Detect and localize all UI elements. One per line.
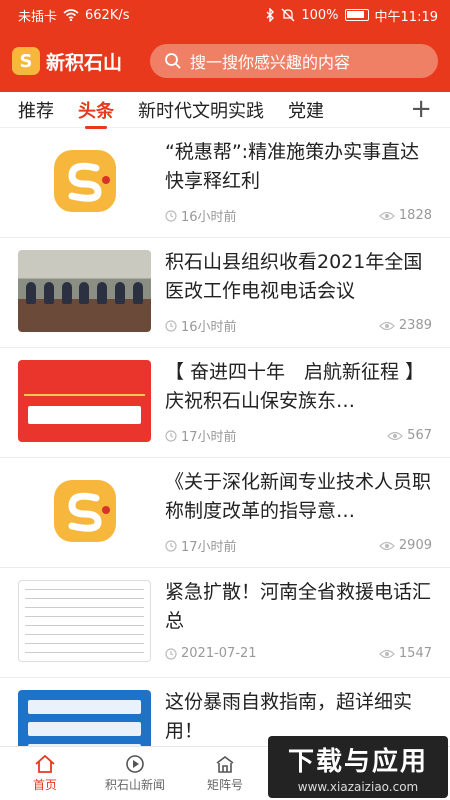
news-title: 积石山县组织收看2021年全国医改工作电视电话会议: [165, 251, 423, 302]
app-name: 新积石山: [46, 51, 123, 74]
eye-icon: [379, 649, 395, 658]
tab-civilization-practice[interactable]: 新时代文明实践: [138, 97, 264, 123]
battery-percent: 100%: [301, 7, 339, 23]
news-views: 2909: [398, 538, 432, 553]
news-views: 1828: [398, 208, 432, 223]
news-views: 567: [407, 428, 432, 443]
search-placeholder: 搜一搜你感兴趣的内容: [190, 53, 351, 72]
search-bar[interactable]: 搜一搜你感兴趣的内容: [150, 44, 438, 78]
news-item[interactable]: “税惠帮”:精准施策办实事直达快享释红利 16小时前 1828: [0, 128, 450, 238]
news-time: 17小时前: [181, 430, 237, 445]
tab-party-building[interactable]: 党建: [288, 97, 324, 123]
news-thumbnail: [18, 140, 151, 222]
nav-jishishan-news[interactable]: 积石山新闻: [90, 747, 180, 800]
news-item[interactable]: 《关于深化新闻专业技术人员职称制度改革的指导意… 17小时前 2909: [0, 458, 450, 568]
carrier-label: 未插卡: [18, 9, 58, 25]
clock-time: 中午11:19: [374, 9, 438, 25]
clock-icon: [165, 209, 177, 222]
tab-headlines[interactable]: 头条: [78, 97, 114, 123]
tab-recommend[interactable]: 推荐: [18, 97, 54, 123]
watermark-text: 下载与应用: [287, 746, 428, 777]
eye-icon: [379, 321, 395, 330]
add-tab-button[interactable]: +: [410, 94, 432, 124]
news-thumbnail: [18, 470, 151, 552]
app-header: 未插卡 662K/s 100% 中午11:19 S 新积石山 搜一搜你感兴趣的内…: [0, 0, 450, 92]
watermark: 下载与应用 www.xiazaiziao.com: [268, 736, 448, 798]
clock-icon: [165, 647, 177, 660]
nav-matrix[interactable]: 矩阵号: [180, 747, 270, 800]
mute-icon: [281, 8, 295, 22]
logo-badge: S: [12, 47, 40, 75]
nav-matrix-label: 矩阵号: [206, 778, 243, 792]
news-time: 16小时前: [181, 210, 237, 225]
clock-icon: [165, 539, 177, 552]
eye-icon: [387, 431, 404, 440]
battery-icon: [344, 9, 369, 21]
news-title: 【 奋进四十年 启航新征程 】庆祝积石山保安族东…: [165, 361, 425, 412]
wifi-icon: [63, 9, 79, 21]
app-logo-icon: [53, 150, 116, 212]
news-time: 16小时前: [181, 320, 237, 335]
network-speed: 662K/s: [85, 7, 130, 23]
category-tabs: 推荐 头条 新时代文明实践 党建 +: [0, 92, 450, 128]
news-title: “税惠帮”:精准施策办实事直达快享释红利: [165, 141, 420, 192]
clock-icon: [165, 429, 177, 442]
building-icon: [216, 756, 234, 773]
news-time: 17小时前: [181, 540, 237, 555]
status-bar: 未插卡 662K/s 100% 中午11:19: [0, 0, 450, 30]
watermark-url: www.xiazaiziao.com: [297, 779, 419, 794]
clock-icon: [165, 319, 177, 332]
news-views: 2389: [398, 318, 432, 333]
news-thumbnail: [18, 250, 151, 332]
nav-home[interactable]: 首页: [0, 747, 90, 800]
news-thumbnail: [18, 360, 151, 442]
news-item[interactable]: 积石山县组织收看2021年全国医改工作电视电话会议 16小时前 2389: [0, 238, 450, 348]
news-title: 紧急扩散！河南全省救援电话汇总: [165, 581, 432, 632]
nav-home-label: 首页: [32, 778, 57, 792]
news-time: 2021-07-21: [181, 646, 257, 661]
news-thumbnail: [18, 580, 151, 662]
search-icon: [165, 53, 181, 69]
app-logo: S 新积石山: [12, 47, 142, 75]
play-icon: [126, 755, 144, 773]
eye-icon: [379, 541, 395, 550]
eye-icon: [379, 211, 395, 220]
news-item[interactable]: 【 奋进四十年 启航新征程 】庆祝积石山保安族东… 17小时前 567: [0, 348, 450, 458]
nav-news-label: 积石山新闻: [104, 778, 165, 792]
news-thumbnail: [18, 690, 151, 746]
news-feed: “税惠帮”:精准施策办实事直达快享释红利 16小时前 1828 积石山县组织收看…: [0, 128, 450, 746]
bluetooth-icon: [266, 8, 275, 22]
news-views: 1547: [398, 646, 432, 661]
app-logo-icon: [53, 480, 116, 542]
app-bar: S 新积石山 搜一搜你感兴趣的内容: [0, 30, 450, 92]
news-title: 《关于深化新闻专业技术人员职称制度改革的指导意…: [165, 471, 432, 522]
home-icon: [35, 754, 55, 773]
news-item[interactable]: 紧急扩散！河南全省救援电话汇总 2021-07-21 1547: [0, 568, 450, 678]
